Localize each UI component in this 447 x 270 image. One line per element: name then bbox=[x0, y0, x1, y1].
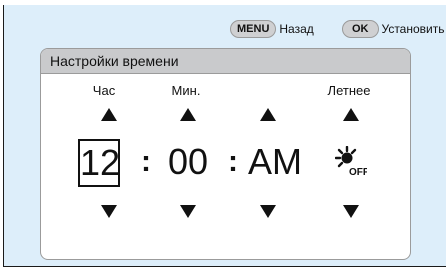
ampm-up-arrow-icon[interactable] bbox=[260, 108, 276, 121]
set-hint[interactable]: OK Установить bbox=[342, 20, 444, 38]
hour-up-arrow-icon[interactable] bbox=[101, 108, 117, 121]
dst-up-arrow-icon[interactable] bbox=[343, 108, 359, 121]
minute-up-arrow-icon[interactable] bbox=[180, 108, 196, 121]
ampm-value[interactable]: AM bbox=[248, 139, 302, 185]
ok-key-badge: OK bbox=[342, 20, 379, 38]
minute-column-label: Мин. bbox=[171, 83, 201, 98]
back-label: Назад bbox=[279, 22, 314, 36]
minute-value[interactable]: 00 bbox=[168, 139, 208, 185]
sun-off-icon[interactable]: OFF bbox=[334, 145, 369, 181]
minute-ampm-separator: : bbox=[228, 145, 238, 178]
hour-minute-separator: : bbox=[141, 145, 151, 178]
dst-column-label: Летнее bbox=[327, 83, 371, 98]
dst-down-arrow-icon[interactable] bbox=[343, 205, 359, 218]
minute-down-arrow-icon[interactable] bbox=[180, 205, 196, 218]
back-hint[interactable]: MENU Назад bbox=[230, 20, 314, 38]
hour-down-arrow-icon[interactable] bbox=[101, 205, 117, 218]
hour-value-selected[interactable]: 12 bbox=[78, 139, 120, 187]
hour-column-label: Час bbox=[92, 83, 116, 98]
ampm-down-arrow-icon[interactable] bbox=[260, 205, 276, 218]
dst-state-text: OFF bbox=[349, 167, 367, 176]
menu-key-badge: MENU bbox=[230, 20, 277, 38]
set-label: Установить bbox=[381, 22, 445, 36]
panel-title: Настройки времени bbox=[41, 49, 410, 74]
